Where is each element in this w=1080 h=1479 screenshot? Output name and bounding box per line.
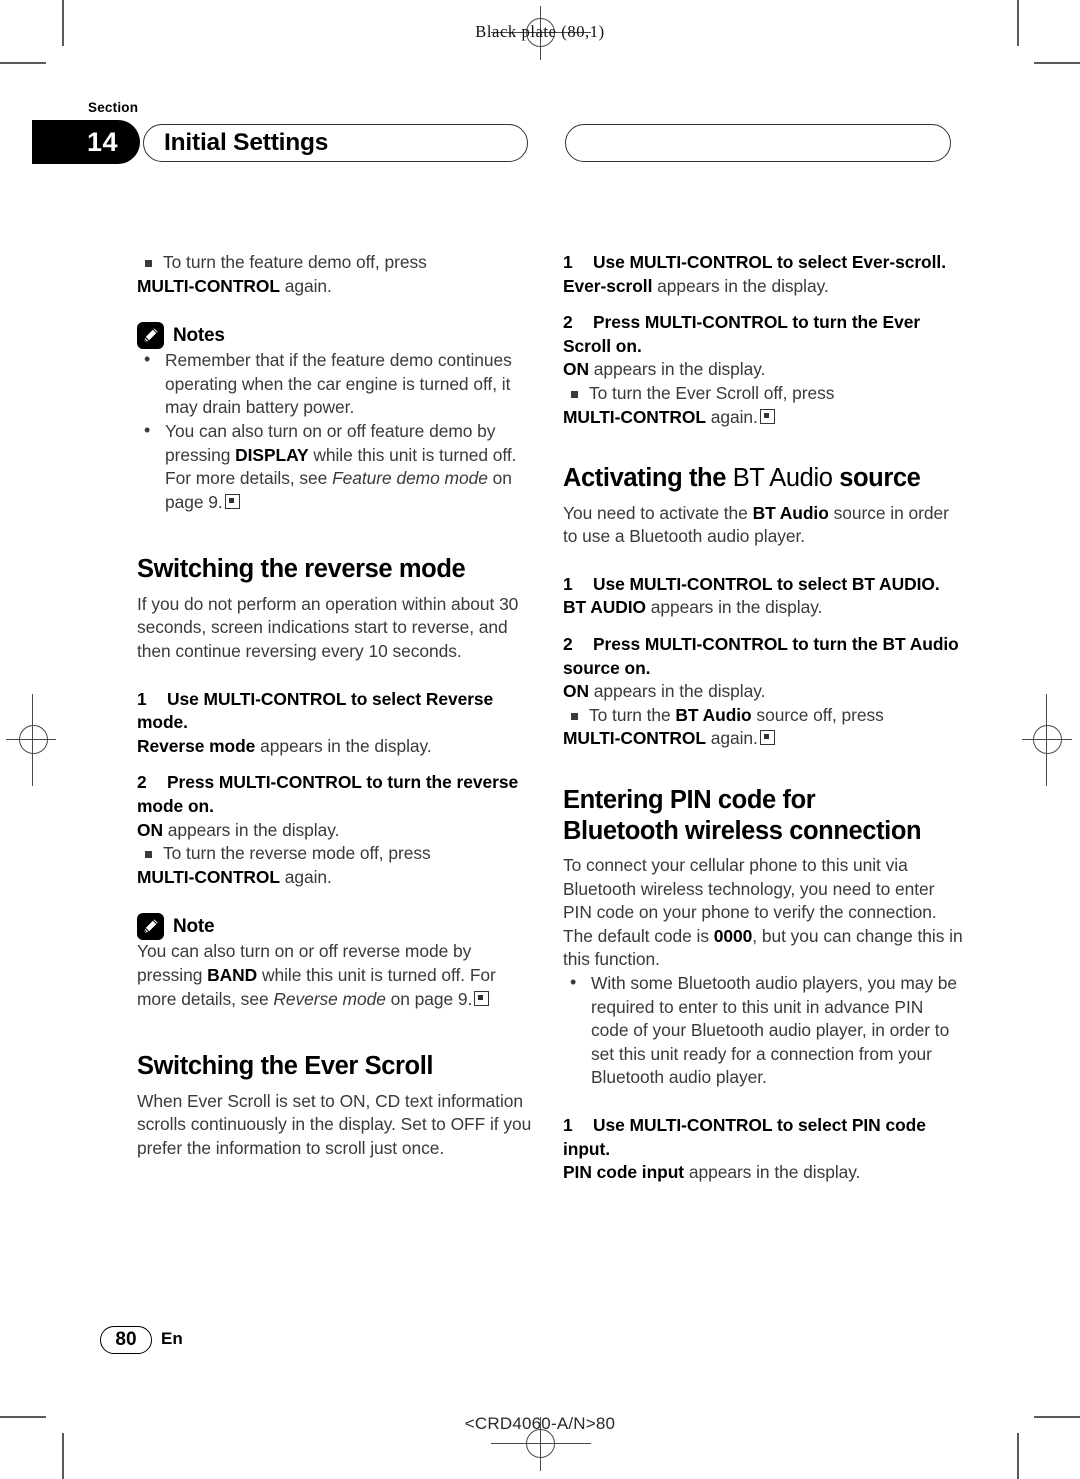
pencil-icon [137, 322, 164, 350]
heading-switching-reverse-mode: Switching the reverse mode [137, 555, 466, 584]
pencil-icon [137, 913, 164, 941]
note-item: You can also turn on or off feature demo… [137, 419, 537, 514]
language-code: En [161, 1329, 183, 1348]
intro-reverse-mode: If you do not perform an operation withi… [137, 593, 519, 662]
bullet-turn-bt-audio-off: To turn the BT Audio source off, press M… [563, 704, 963, 751]
heading-activating-bt-audio: Activating the BT Audio source [563, 464, 921, 493]
bullet-turn-demo-off: To turn the feature demo off, press MULT… [137, 251, 537, 298]
intro-ever-scroll: When Ever Scroll is set to ON, CD text i… [137, 1090, 532, 1158]
step-1-pin-code-result: PIN code input appears in the display. [563, 1162, 861, 1183]
step-1-reverse-result: Reverse mode appears in the display. [137, 735, 432, 756]
heading-entering-pin-code: Entering PIN code for Bluetooth wireless… [563, 786, 922, 845]
page-title: Initial Settings [164, 129, 329, 156]
step-1-reverse: 1 Use MULTI-CONTROL to select Reverse mod… [137, 688, 494, 733]
bullet-turn-ever-scroll-off: To turn the Ever Scroll off, press MULTI… [563, 382, 963, 429]
chapter-title-pill: Initial Settings [143, 124, 528, 162]
step-1-pin-code: 1 Use MULTI-CONTROL to select PIN code in… [563, 1114, 926, 1159]
step-2-bt-audio-result: ON appears in the display. [563, 681, 766, 702]
note-label: Note [173, 915, 215, 937]
step-2-reverse: 2 Press MULTI-CONTROL to turn the reverse… [137, 772, 519, 816]
notes-label: Notes [173, 324, 225, 346]
end-of-section-icon [759, 730, 775, 746]
step-1-ever-scroll: 1 Use MULTI-CONTROL to select Ever-scroll… [563, 252, 946, 272]
crop-mark-bottom-right-vertical [1017, 1433, 1019, 1479]
note-heading: Note [137, 913, 537, 941]
step-1-bt-audio-result: BT AUDIO appears in the display. [563, 597, 823, 618]
step-1-bt-audio: 1 Use MULTI-CONTROL to select BT AUDIO. [563, 573, 940, 594]
step-2-bt-audio: 2 Press MULTI-CONTROL to turn the BT Audi… [563, 634, 959, 678]
intro-pin-code: To connect your cellular phone to this u… [563, 855, 963, 970]
step-1-ever-scroll-result: Ever-scroll appears in the display. [563, 275, 829, 296]
plate-label: Black plate (80,1) [475, 22, 605, 41]
notes-heading: Notes [137, 322, 537, 350]
section-number-badge: 14 [32, 120, 140, 164]
heading-switching-ever-scroll: Switching the Ever Scroll [137, 1052, 434, 1081]
section-word-label: Section [88, 100, 139, 115]
intro-bt-audio: You need to activate the BT Audio source… [563, 502, 949, 547]
note-item: Remember that if the feature demo contin… [137, 348, 537, 420]
registration-mark-right [1018, 694, 1080, 786]
crop-mark-top-left-horizontal [0, 62, 46, 64]
left-column: To turn the feature demo off, press MULT… [137, 251, 537, 1160]
chapter-title-pill-right-empty [565, 124, 951, 162]
bullet-turn-reverse-off: To turn the reverse mode off, press MULT… [137, 842, 537, 889]
crop-mark-top-right-horizontal [1034, 62, 1080, 64]
note-body-reverse: You can also turn on or off reverse mode… [137, 941, 496, 1009]
step-2-reverse-result: ON appears in the display. [137, 819, 340, 840]
document-code: <CRD4060-A/N>80 [464, 1414, 616, 1433]
crop-mark-bottom-left-vertical [62, 1433, 64, 1479]
registration-mark-left [0, 694, 62, 786]
pin-code-note-item: With some Bluetooth audio players, you m… [563, 971, 963, 1090]
end-of-section-icon [224, 493, 240, 509]
end-of-section-icon [759, 408, 775, 424]
end-of-section-icon [474, 990, 490, 1006]
step-2-ever-scroll: 2 Press MULTI-CONTROL to turn the Ever Sc… [563, 312, 921, 356]
right-column: 1 Use MULTI-CONTROL to select Ever-scroll… [563, 251, 963, 1185]
step-2-ever-scroll-result: ON appears in the display. [563, 359, 766, 380]
page-number-badge: 80 [100, 1326, 152, 1354]
